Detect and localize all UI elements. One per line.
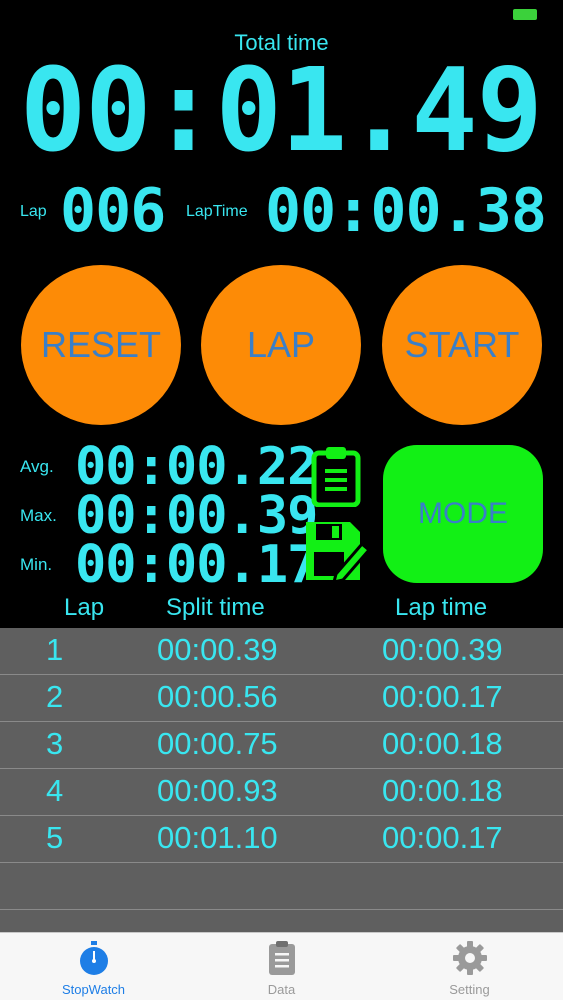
min-label: Min.	[20, 555, 53, 574]
split-time-cell: 00:00.39	[157, 632, 278, 667]
column-header-lap: Lap	[64, 594, 105, 621]
table-row[interactable]: 5 00:01.10 00:00.17	[0, 816, 563, 863]
split-time-cell: 00:00.56	[157, 679, 278, 714]
lap-cell: 1	[46, 632, 64, 667]
table-row[interactable]: 1 00:00.39 00:00.39	[0, 628, 563, 675]
split-time-cell: 00:00.93	[157, 773, 278, 808]
lap-time-cell: 00:00.17	[382, 679, 503, 714]
table-row[interactable]: 2 00:00.56 00:00.17	[0, 675, 563, 722]
split-time-cell: 00:01.10	[157, 820, 278, 855]
lap-cell: 3	[46, 726, 64, 761]
tab-label: Setting	[449, 982, 490, 997]
lap-cell: 5	[46, 820, 64, 855]
lap-cell: 2	[46, 679, 64, 714]
tab-stopwatch[interactable]: StopWatch	[0, 933, 187, 1000]
clipboard-icon	[268, 941, 295, 975]
tab-setting[interactable]: Setting	[376, 933, 563, 1000]
reset-button[interactable]: RESET	[21, 265, 181, 425]
laptime-label: LapTime	[186, 203, 248, 220]
battery-icon	[513, 9, 537, 20]
split-time-cell: 00:00.75	[157, 726, 278, 761]
lap-time-cell: 00:00.17	[382, 820, 503, 855]
tab-bar: StopWatch Data Setting	[0, 932, 563, 1000]
total-time-display: 00:01.49	[20, 42, 543, 178]
clipboard-icon[interactable]	[308, 445, 364, 508]
start-button[interactable]: START	[382, 265, 542, 425]
table-row[interactable]: 3 00:00.75 00:00.18	[0, 722, 563, 769]
gear-icon	[452, 941, 487, 975]
lap-number-display: 006	[60, 176, 166, 246]
stopwatch-icon	[79, 941, 108, 975]
lap-button[interactable]: LAP	[201, 265, 361, 425]
lap-time-cell: 00:00.18	[382, 773, 503, 808]
column-header-split-time: Split time	[166, 594, 265, 621]
table-row-empty	[0, 863, 563, 910]
min-value: 00:00.17	[75, 535, 318, 595]
lap-time-cell: 00:00.18	[382, 726, 503, 761]
column-header-lap-time: Lap time	[395, 594, 488, 621]
laps-table: 1 00:00.39 00:00.39 2 00:00.56 00:00.17 …	[0, 628, 563, 933]
avg-label: Avg.	[20, 457, 54, 476]
laptime-display: 00:00.38	[265, 176, 547, 246]
tab-label: StopWatch	[61, 982, 126, 997]
tab-label: Data	[267, 982, 296, 997]
table-row[interactable]: 4 00:00.93 00:00.18	[0, 769, 563, 816]
lap-label: Lap	[20, 203, 47, 220]
lap-cell: 4	[46, 773, 64, 808]
lap-time-cell: 00:00.39	[382, 632, 503, 667]
save-edit-icon[interactable]	[302, 518, 372, 584]
mode-button[interactable]: MODE	[383, 445, 543, 583]
tab-data[interactable]: Data	[188, 933, 375, 1000]
max-label: Max.	[20, 506, 57, 525]
